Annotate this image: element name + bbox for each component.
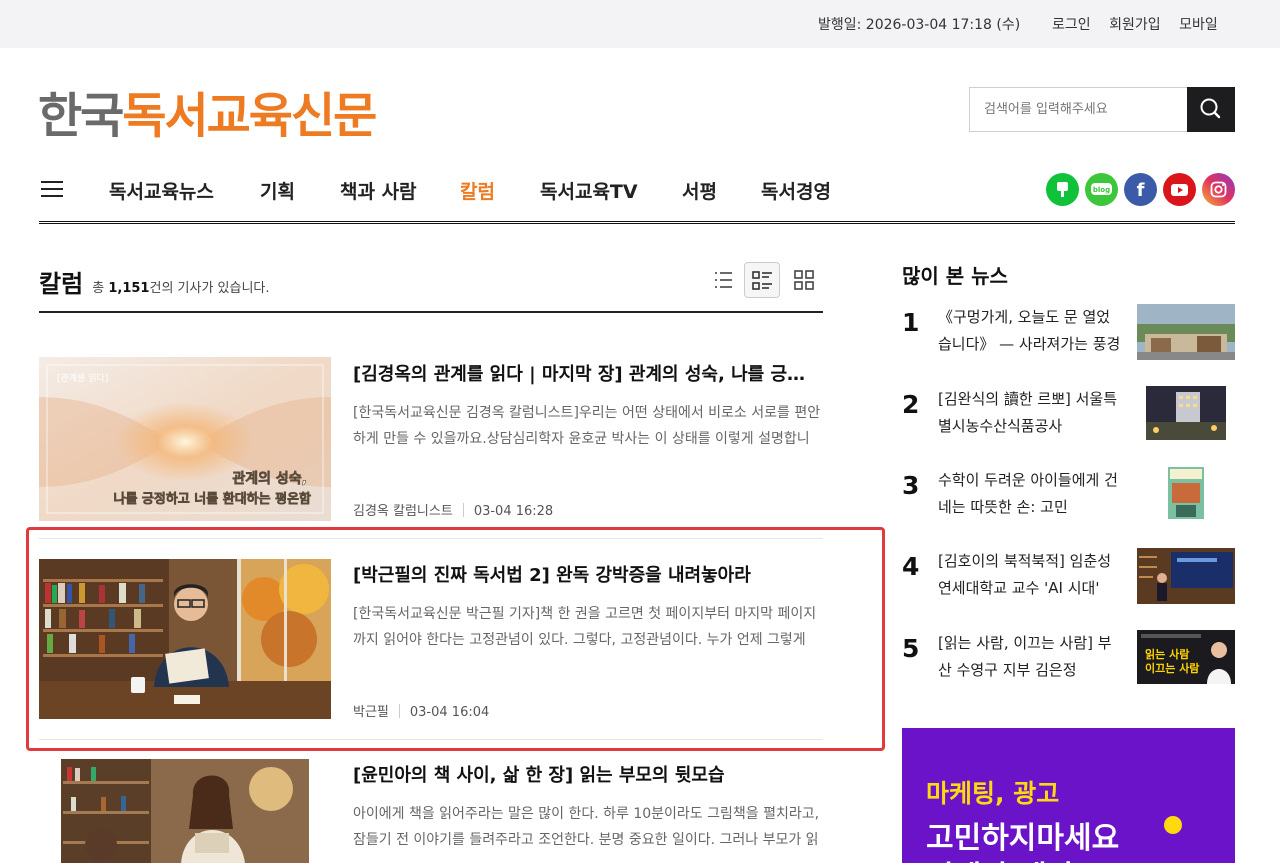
- relationship-thumbnail-image: [관계를 읽다] 관계의 성숙, 나를 긍정하고 너를 환대하는 평온함: [39, 357, 331, 521]
- rank-number: 3: [902, 471, 920, 500]
- grid-view-button[interactable]: [786, 262, 822, 298]
- popular-item-title[interactable]: [김완식의 讀한 르뽀] 서울특별시농수산식품공사: [938, 386, 1122, 440]
- grid-icon: [794, 270, 814, 290]
- section-divider: [39, 311, 823, 313]
- popular-thumbnail-5[interactable]: 읽는 사람 이끄는 사람: [1137, 630, 1235, 684]
- list-view-button[interactable]: [706, 262, 742, 298]
- rank-number: 5: [902, 634, 920, 663]
- search-input[interactable]: [969, 87, 1188, 132]
- article-summary: 아이에게 책을 읽어주라는 말은 많이 한다. 하루 10분이라도 그림책을 펼…: [353, 806, 820, 848]
- top-bar: 발행일: 2026-03-04 17:18 (수) 로그인 회원가입 모바일: [0, 0, 1280, 48]
- main-nav: 독서교육뉴스 기획 책과 사람 칼럼 독서교육TV 서평 독서경영 blog f: [39, 168, 1235, 224]
- nav-item-books-people[interactable]: 책과 사람: [340, 177, 417, 204]
- ad-line3: 언제나 생각: [926, 852, 1074, 863]
- count-suffix: 건의 기사가 있습니다.: [149, 281, 270, 296]
- rank-number: 4: [902, 552, 920, 581]
- popular-item[interactable]: 2 [김완식의 讀한 르뽀] 서울특별시농수산식품공사: [902, 386, 1235, 446]
- instagram-glyph: [1210, 181, 1227, 198]
- blog-glyph: blog: [1091, 183, 1112, 195]
- article-count: 총 1,151건의 기사가 있습니다.: [92, 281, 269, 296]
- popular-thumbnail-1[interactable]: [1137, 304, 1235, 360]
- article-summary: [한국독서교육신문 김경옥 칼럼니스트]우리는 어떤 상태에서 비로소 서로를 …: [353, 405, 821, 447]
- section-header: 칼럼 총 1,151건의 기사가 있습니다.: [39, 264, 270, 299]
- popular-item[interactable]: 4 [김호이의 북적북적] 임춘성 연세대학교 교수 'AI 시대': [902, 548, 1235, 608]
- thumb-tag-text: [관계를 읽다]: [57, 372, 108, 384]
- rank-number: 1: [902, 308, 920, 337]
- popular-news-title: 많이 본 뉴스: [902, 264, 1008, 288]
- thumb5-line2: 이끄는 사람: [1145, 661, 1199, 675]
- search-button[interactable]: [1187, 87, 1235, 132]
- popular-item-title[interactable]: [김호이의 북적북적] 임춘성 연세대학교 교수 'AI 시대': [938, 548, 1122, 602]
- article-date: 03-04 16:28: [473, 504, 554, 519]
- count-value: 1,151: [108, 281, 150, 296]
- facebook-glyph: f: [1137, 180, 1145, 201]
- card-list-view-button[interactable]: [744, 262, 780, 298]
- nav-item-feature[interactable]: 기획: [260, 177, 295, 204]
- nav-item-tv[interactable]: 독서교육TV: [540, 177, 638, 204]
- ad-decoration-dot: [1164, 816, 1182, 834]
- ad-line1: 마케팅, 광고: [926, 779, 1060, 808]
- youtube-icon[interactable]: [1163, 173, 1196, 206]
- article-thumbnail[interactable]: [61, 759, 309, 863]
- card-list-icon: [752, 271, 772, 290]
- ad-line2: 고민하지마세요: [926, 821, 1120, 856]
- count-prefix: 총: [92, 281, 109, 296]
- facebook-icon[interactable]: f: [1124, 173, 1157, 206]
- popular-item[interactable]: 3 수학이 두려운 아이들에게 건네는 따뜻한 손: 고민: [902, 467, 1235, 527]
- popular-thumbnail-2[interactable]: [1146, 386, 1226, 440]
- thumb5-line1: 읽는 사람: [1145, 647, 1189, 661]
- logo-part2: 독서교육신문: [122, 88, 377, 144]
- article-item[interactable]: [윤민아의 책 사이, 삶 한 장] 읽는 부모의 뒷모습 아이에게 책을 읽어…: [39, 759, 823, 863]
- highlight-box: [26, 527, 885, 751]
- popular-thumbnail-3[interactable]: [1168, 467, 1204, 519]
- publish-date: 발행일: 2026-03-04 17:18 (수): [818, 17, 1021, 33]
- article-meta: 김경옥 칼럼니스트 03-04 16:28: [353, 500, 553, 519]
- menu-icon[interactable]: [41, 181, 63, 199]
- nav-item-review[interactable]: 서평: [682, 177, 717, 204]
- svg-text:blog: blog: [1093, 186, 1110, 194]
- ad-banner[interactable]: 마케팅, 광고 고민하지마세요 언제나 생각: [902, 728, 1235, 863]
- article-author: 김경옥 칼럼니스트: [353, 504, 453, 519]
- popular-item[interactable]: 1 《구멍가게, 오늘도 문 열었습니다》 — 사라져가는 풍경: [902, 304, 1235, 364]
- kakao-story-glyph: [1057, 182, 1068, 197]
- rank-number: 2: [902, 390, 920, 419]
- popular-item[interactable]: 5 [읽는 사람, 이끄는 사람] 부산 수영구 지부 김은정 읽는 사람 이끄…: [902, 630, 1235, 690]
- popular-item-title[interactable]: 《구멍가게, 오늘도 문 열었습니다》 — 사라져가는 풍경: [938, 304, 1122, 358]
- popular-item-title[interactable]: [읽는 사람, 이끄는 사람] 부산 수영구 지부 김은정: [938, 630, 1122, 684]
- article-title[interactable]: [김경옥의 관계를 읽다 | 마지막 장] 관계의 성숙, 나를 긍정하고 너를…: [353, 360, 819, 386]
- nav-item-column[interactable]: 칼럼: [460, 177, 495, 204]
- top-links: 로그인 회원가입 모바일: [1052, 14, 1232, 34]
- meta-separator: [462, 503, 464, 517]
- search-box: [969, 87, 1235, 132]
- popular-thumbnail-4[interactable]: [1137, 548, 1235, 604]
- search-icon: [1200, 98, 1221, 119]
- logo-part1: 한국: [38, 88, 124, 144]
- mobile-link[interactable]: 모바일: [1179, 17, 1218, 33]
- parent-reading-image: [61, 759, 309, 863]
- article-thumbnail[interactable]: [관계를 읽다] 관계의 성숙, 나를 긍정하고 너를 환대하는 평온함: [39, 357, 331, 521]
- signup-link[interactable]: 회원가입: [1109, 17, 1161, 33]
- youtube-glyph: [1171, 184, 1188, 196]
- article-item[interactable]: [관계를 읽다] 관계의 성숙, 나를 긍정하고 너를 환대하는 평온함 [김경…: [39, 357, 823, 521]
- site-logo[interactable]: 한국독서교육신문: [38, 76, 377, 146]
- blog-icon[interactable]: blog: [1085, 173, 1118, 206]
- nav-item-news[interactable]: 독서교육뉴스: [109, 177, 214, 204]
- nav-item-management[interactable]: 독서경영: [761, 177, 831, 204]
- section-title: 칼럼: [39, 270, 84, 298]
- article-title[interactable]: [윤민아의 책 사이, 삶 한 장] 읽는 부모의 뒷모습: [353, 761, 819, 787]
- popular-item-title[interactable]: 수학이 두려운 아이들에게 건네는 따뜻한 손: 고민: [938, 467, 1122, 521]
- svg-text:f: f: [1137, 180, 1145, 201]
- instagram-icon[interactable]: [1202, 173, 1235, 206]
- list-icon: [715, 272, 732, 288]
- login-link[interactable]: 로그인: [1052, 17, 1091, 33]
- kakao-story-icon[interactable]: [1046, 173, 1079, 206]
- thumb-caption-2: 나를 긍정하고 너를 환대하는 평온함: [113, 491, 311, 507]
- thumb-caption-1: 관계의 성숙,: [232, 470, 307, 487]
